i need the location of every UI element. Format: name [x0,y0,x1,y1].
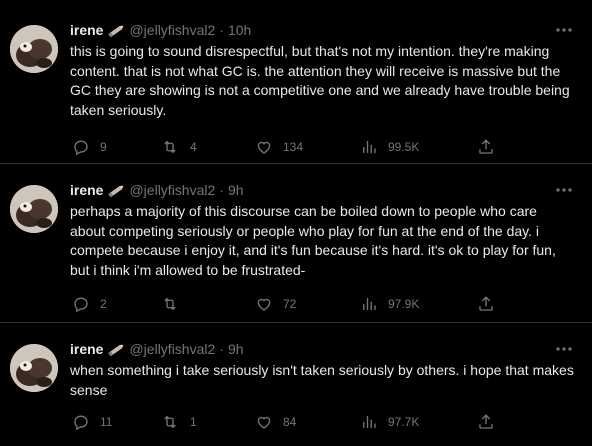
views-icon [363,141,376,153]
more-icon[interactable] [554,180,574,200]
retweet-button[interactable]: 4 [160,137,197,157]
reply-icon [74,297,88,313]
like-icon [257,141,271,154]
tweet-text: this is going to sound disrespectful, bu… [70,43,570,118]
reply-count: 9 [100,140,107,154]
tweet[interactable]: irene @jellyfishval2 · 10h this is going… [0,20,592,164]
separator-dot: · [219,341,224,357]
views-count: 97.9K [388,297,420,311]
retweet-button[interactable] [160,294,190,314]
views-icon [363,416,376,428]
user-handle[interactable]: @jellyfishval2 [129,180,215,200]
like-count: 84 [283,415,297,429]
separator-dot: · [219,182,224,198]
views-button[interactable]: 97.9K [360,294,419,314]
tweet-actions: 9 4 134 99.5K [70,137,500,157]
avatar[interactable] [10,185,58,233]
retweet-icon [164,140,176,154]
reply-count: 11 [100,415,113,429]
timestamp[interactable]: 9h [228,339,244,359]
reply-button[interactable]: 9 [72,137,107,157]
retweet-icon [164,297,176,311]
views-button[interactable]: 99.5K [360,137,419,157]
like-button[interactable]: 72 [255,294,296,314]
avatar[interactable] [10,344,58,392]
views-icon [363,298,376,310]
retweet-button[interactable]: 1 [160,412,197,432]
like-count: 72 [283,297,297,311]
tweet-text: when something i take seriously isn't ta… [70,362,574,398]
avatar[interactable] [10,25,58,73]
reply-button[interactable]: 2 [72,294,107,314]
views-count: 97.7K [388,415,420,429]
share-button[interactable] [477,412,505,432]
display-name[interactable]: irene [70,20,103,40]
tweet-actions: 11 1 84 97.7K [70,412,500,432]
share-icon [479,414,493,429]
views-count: 99.5K [388,140,420,154]
reply-icon [74,415,88,431]
display-name[interactable]: irene [70,339,103,359]
user-handle[interactable]: @jellyfishval2 [129,20,215,40]
like-button[interactable]: 134 [255,137,303,157]
tweet-header: irene @jellyfishval2 · 9h [70,339,244,359]
retweet-count: 4 [190,140,197,154]
like-icon [257,416,271,429]
pencil-badge-icon [107,23,125,38]
display-name[interactable]: irene [70,180,103,200]
like-count: 134 [283,140,304,154]
more-icon[interactable] [554,339,574,359]
like-icon [257,298,271,311]
retweet-icon [164,415,176,429]
pencil-badge-icon [107,183,125,198]
share-button[interactable] [477,294,505,314]
timestamp[interactable]: 10h [228,20,251,40]
timestamp[interactable]: 9h [228,180,244,200]
reply-count: 2 [100,297,107,311]
tweet[interactable]: irene @jellyfishval2 · 9h perhaps a majo… [0,180,592,323]
reply-icon [74,140,88,156]
like-button[interactable]: 84 [255,412,296,432]
share-icon [479,139,493,154]
tweet-text: perhaps a majority of this discourse can… [70,203,556,278]
share-button[interactable] [477,137,505,157]
retweet-count: 1 [190,415,197,429]
views-button[interactable]: 97.7K [360,412,419,432]
tweet[interactable]: irene @jellyfishval2 · 9h when something… [0,339,592,446]
reply-button[interactable]: 11 [72,412,112,432]
pencil-badge-icon [107,342,125,357]
separator-dot: · [219,22,224,38]
share-icon [479,296,493,311]
user-handle[interactable]: @jellyfishval2 [129,339,215,359]
tweet-actions: 2 72 97.9K [70,294,500,314]
more-icon[interactable] [554,20,574,40]
tweet-header: irene @jellyfishval2 · 9h [70,180,244,200]
tweet-header: irene @jellyfishval2 · 10h [70,20,251,40]
